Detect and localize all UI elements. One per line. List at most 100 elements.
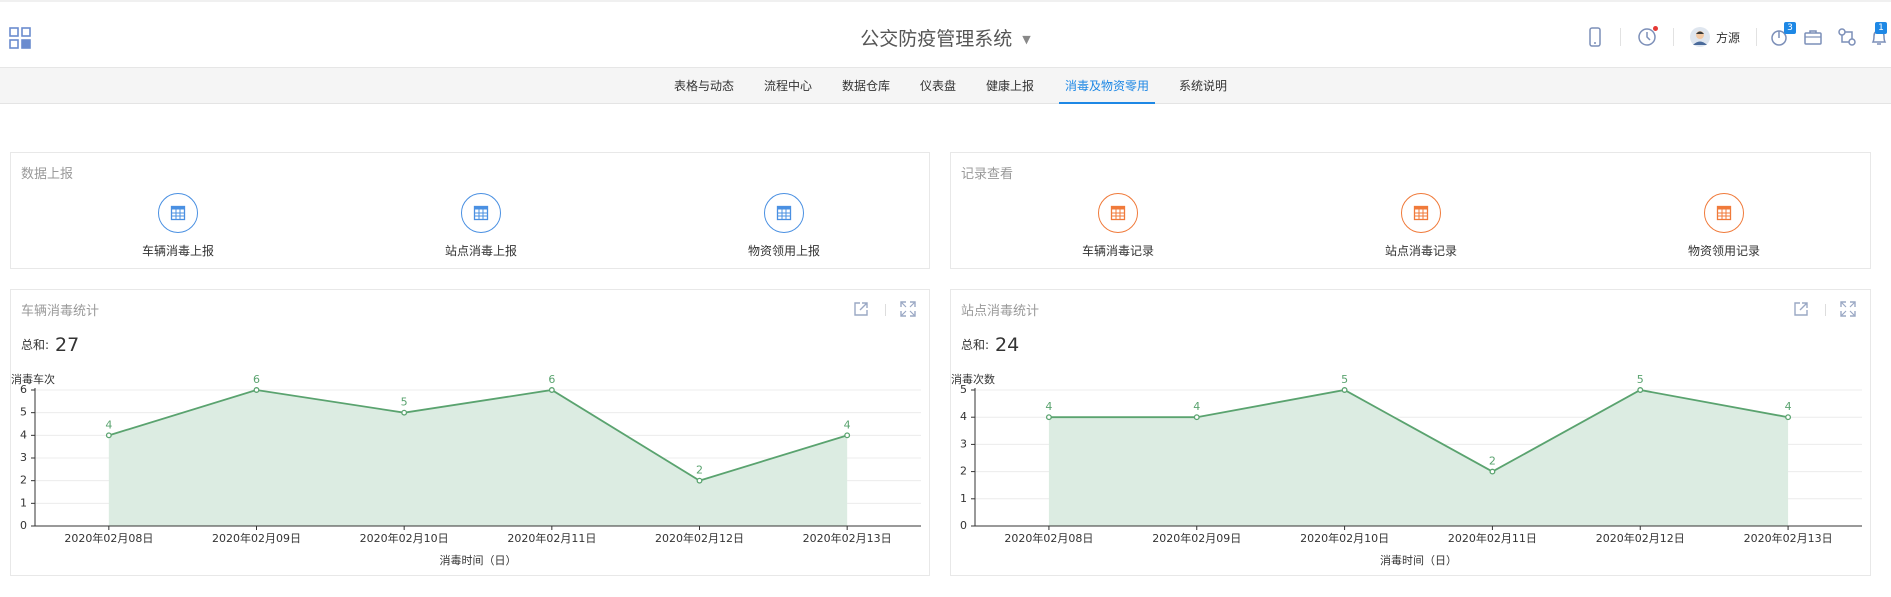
x-axis-title: 消毒时间（日）	[1380, 553, 1457, 567]
data-label: 4	[844, 418, 851, 431]
fullscreen-icon[interactable]	[899, 300, 917, 318]
data-label: 4	[105, 418, 112, 431]
y-tick-label: 0	[20, 519, 27, 532]
panel-title: 数据上报	[21, 167, 74, 182]
table-icon	[158, 193, 198, 233]
nav-item-process[interactable]: 流程中心	[764, 68, 812, 104]
vehicle-area-chart: 消毒车次 0 1 2 3 4 5 6 4 6 5 6 2 4 2020年02月08日 2020年02月09日 2…	[11, 372, 921, 567]
tile-label: 站点消毒上报	[444, 244, 517, 258]
tool-divider	[885, 304, 886, 316]
chevron-down-icon[interactable]: ▼	[1022, 33, 1030, 46]
sum-row: 总和: 27	[21, 334, 79, 356]
app-title-wrapper: 公交防疫管理系统 ▼	[0, 24, 1891, 51]
connection-icon[interactable]	[1836, 26, 1858, 48]
data-point	[1341, 387, 1348, 393]
y-axis-title: 消毒次数	[951, 372, 995, 386]
user-menu[interactable]: 方源	[1690, 26, 1740, 48]
top-header: 公交防疫管理系统 ▼ 方源 3 1	[0, 0, 1891, 68]
x-tick-label: 2020年02月10日	[360, 531, 449, 545]
nav-item-dashboard[interactable]: 仪表盘	[920, 68, 956, 104]
data-label: 5	[1341, 373, 1348, 386]
y-tick-label: 4	[960, 410, 967, 423]
nav-item-tables[interactable]: 表格与动态	[674, 68, 734, 104]
data-point	[1785, 414, 1792, 421]
nav-item-disinfection[interactable]: 消毒及物资零用	[1058, 68, 1156, 104]
tile-label: 站点消毒记录	[1384, 244, 1457, 258]
sum-label: 总和:	[21, 338, 50, 352]
briefcase-icon[interactable]	[1802, 26, 1824, 48]
user-name: 方源	[1716, 30, 1741, 45]
tool-divider	[1825, 304, 1826, 316]
tile-material-report[interactable]: 物资领用上报	[704, 193, 864, 259]
nav-item-warehouse[interactable]: 数据仓库	[842, 68, 890, 104]
y-tick-label: 1	[960, 492, 967, 505]
chart-title: 站点消毒统计	[961, 304, 1040, 319]
x-tick-label: 2020年02月12日	[655, 531, 744, 545]
x-tick-label: 2020年02月09日	[212, 531, 301, 545]
series-area	[1048, 390, 1789, 526]
mobile-icon[interactable]	[1584, 26, 1606, 48]
y-tick-label: 4	[20, 428, 27, 441]
y-axis-title: 消毒车次	[11, 372, 55, 386]
bell-notify-wrapper[interactable]: 1	[1868, 22, 1890, 48]
x-axis-title: 消毒时间（日）	[440, 553, 517, 567]
panel-title: 记录查看	[961, 167, 1014, 182]
chart-notify-wrapper[interactable]: 3	[1768, 22, 1796, 48]
header-divider	[1673, 28, 1674, 46]
y-tick-label: 6	[20, 383, 27, 396]
data-label: 2	[1489, 455, 1496, 468]
y-tick-label: 0	[960, 519, 967, 532]
x-tick-label: 2020年02月10日	[1300, 531, 1389, 545]
fullscreen-icon[interactable]	[1839, 300, 1857, 318]
report-panel: 数据上报 车辆消毒上报 站点消毒上报 物资领用上报	[10, 152, 930, 269]
table-icon	[461, 193, 501, 233]
header-divider	[1756, 28, 1757, 46]
table-icon	[1098, 193, 1138, 233]
data-point	[1045, 414, 1052, 421]
table-icon	[1401, 193, 1441, 233]
open-external-icon[interactable]	[852, 300, 870, 318]
tile-label: 车辆消毒上报	[141, 244, 214, 258]
table-icon	[764, 193, 804, 233]
sum-label: 总和:	[961, 338, 990, 352]
data-point	[844, 432, 851, 439]
x-tick-label: 2020年02月13日	[803, 531, 892, 545]
app-title[interactable]: 公交防疫管理系统	[860, 28, 1012, 50]
data-point	[1489, 468, 1496, 475]
tile-label: 物资领用记录	[1687, 244, 1760, 258]
tile-vehicle-records[interactable]: 车辆消毒记录	[1038, 193, 1198, 259]
main-nav: 表格与动态 流程中心 数据仓库 仪表盘 健康上报 消毒及物资零用 系统说明	[0, 68, 1891, 104]
y-tick-label: 1	[20, 496, 27, 509]
x-tick-label: 2020年02月11日	[507, 531, 596, 545]
y-tick-label: 5	[960, 383, 967, 396]
data-label: 5	[401, 396, 408, 409]
data-point	[1193, 414, 1200, 421]
tile-label: 物资领用上报	[747, 244, 820, 258]
notification-badge: 1	[1875, 22, 1887, 34]
tile-station-records[interactable]: 站点消毒记录	[1341, 193, 1501, 259]
apps-grid-icon[interactable]	[8, 26, 32, 50]
notification-dot	[1653, 26, 1658, 31]
data-label: 6	[548, 373, 555, 386]
x-tick-label: 2020年02月12日	[1596, 531, 1685, 545]
data-point	[548, 387, 555, 393]
tile-station-report[interactable]: 站点消毒上报	[401, 193, 561, 259]
x-tick-label: 2020年02月11日	[1448, 531, 1537, 545]
tile-material-records[interactable]: 物资领用记录	[1644, 193, 1804, 259]
nav-item-health[interactable]: 健康上报	[986, 68, 1034, 104]
data-label: 5	[1637, 373, 1644, 386]
sum-value: 24	[995, 334, 1020, 356]
y-tick-label: 2	[960, 465, 967, 478]
data-point	[253, 387, 260, 393]
data-label: 4	[1045, 400, 1052, 413]
x-tick-label: 2020年02月08日	[64, 531, 153, 545]
status-icon-wrapper[interactable]	[1636, 26, 1658, 48]
nav-item-about[interactable]: 系统说明	[1179, 68, 1227, 104]
x-tick-label: 2020年02月09日	[1152, 531, 1241, 545]
chart-title: 车辆消毒统计	[21, 304, 100, 319]
tile-vehicle-report[interactable]: 车辆消毒上报	[98, 193, 258, 259]
open-external-icon[interactable]	[1792, 300, 1810, 318]
table-icon	[1704, 193, 1744, 233]
y-tick-label: 2	[20, 474, 27, 487]
sum-row: 总和: 24	[961, 334, 1019, 356]
